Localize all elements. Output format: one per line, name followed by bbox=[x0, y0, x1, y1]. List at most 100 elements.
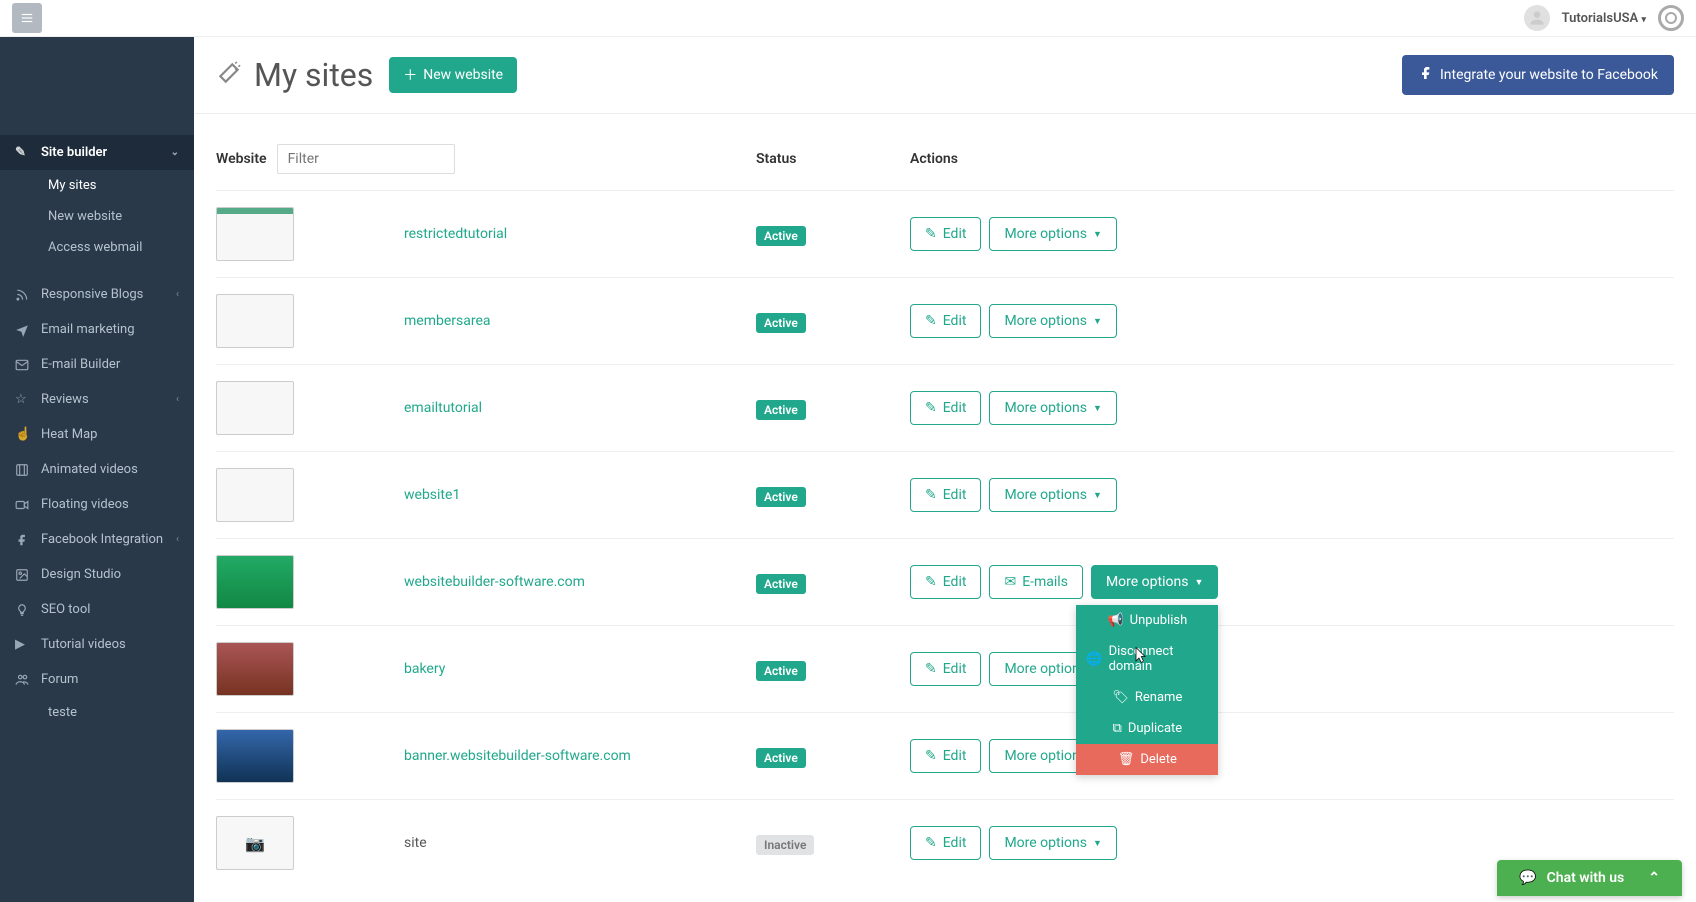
site-row: banner.websitebuilder-software.com Activ… bbox=[216, 712, 1674, 799]
edit-button[interactable]: ✎ Edit bbox=[910, 739, 981, 773]
site-link[interactable]: banner.websitebuilder-software.com bbox=[404, 748, 631, 764]
more-options-button[interactable]: More options ▼ bbox=[989, 826, 1116, 860]
copy-icon: ⧉ bbox=[1113, 721, 1122, 736]
col-website: Website bbox=[216, 151, 267, 167]
status-badge: Active bbox=[756, 574, 806, 594]
chat-icon: 💬 bbox=[1519, 870, 1536, 886]
site-thumbnail[interactable] bbox=[216, 642, 294, 696]
site-thumbnail[interactable]: 📷 bbox=[216, 816, 294, 870]
site-thumbnail[interactable] bbox=[216, 381, 294, 435]
star-icon: ☆ bbox=[15, 392, 31, 407]
sidebar-email-builder[interactable]: E-mail Builder bbox=[0, 347, 194, 382]
site-link[interactable]: website1 bbox=[404, 487, 460, 503]
chevron-left-icon: ‹ bbox=[176, 289, 179, 300]
sidebar-design-studio[interactable]: Design Studio bbox=[0, 557, 194, 592]
facebook-integrate-button[interactable]: Integrate your website to Facebook bbox=[1402, 55, 1674, 95]
sidebar-seo-tool[interactable]: SEO tool bbox=[0, 592, 194, 627]
plane-icon bbox=[15, 323, 31, 337]
menu-toggle[interactable] bbox=[12, 3, 42, 33]
col-status: Status bbox=[756, 151, 910, 167]
site-thumbnail[interactable] bbox=[216, 207, 294, 261]
site-link[interactable]: websitebuilder-software.com bbox=[404, 574, 585, 590]
edit-button[interactable]: ✎ Edit bbox=[910, 826, 981, 860]
play-icon: ▶ bbox=[15, 637, 31, 652]
more-options-dropdown: 📢Unpublish 🌐Disconnect domain 🏷Rename ⧉D… bbox=[1076, 605, 1218, 775]
edit-button[interactable]: ✎ Edit bbox=[910, 217, 981, 251]
col-actions: Actions bbox=[910, 151, 1674, 167]
edit-button[interactable]: ✎ Edit bbox=[910, 391, 981, 425]
page-title: My sites bbox=[216, 56, 373, 94]
duplicate-option[interactable]: ⧉Duplicate bbox=[1076, 713, 1218, 744]
wand-icon bbox=[216, 56, 242, 94]
site-thumbnail[interactable] bbox=[216, 468, 294, 522]
user-menu[interactable]: TutorialsUSA ▾ bbox=[1562, 11, 1646, 26]
film-icon bbox=[15, 463, 31, 477]
sidebar-email-marketing[interactable]: Email marketing bbox=[0, 312, 194, 347]
edit-button[interactable]: ✎ Edit bbox=[910, 304, 981, 338]
site-link[interactable]: membersarea bbox=[404, 313, 491, 329]
chevron-down-icon: ⌄ bbox=[171, 147, 179, 158]
site-thumbnail[interactable] bbox=[216, 555, 294, 609]
more-options-button[interactable]: More options ▼ bbox=[989, 391, 1116, 425]
edit-icon: ✎ bbox=[925, 487, 937, 503]
sidebar-responsive-blogs[interactable]: Responsive Blogs ‹ bbox=[0, 277, 194, 312]
topbar-right: TutorialsUSA ▾ bbox=[1524, 5, 1684, 31]
caret-down-icon: ▼ bbox=[1093, 490, 1102, 501]
status-badge: Active bbox=[756, 313, 806, 333]
rename-option[interactable]: 🏷Rename bbox=[1076, 682, 1218, 713]
megaphone-icon: 📢 bbox=[1107, 613, 1123, 628]
caret-down-icon: ▼ bbox=[1093, 316, 1102, 327]
chevron-left-icon: ‹ bbox=[176, 534, 179, 545]
site-row: emailtutorial Active ✎ Edit More options… bbox=[216, 364, 1674, 451]
sidebar-animated-videos[interactable]: Animated videos bbox=[0, 452, 194, 487]
filter-input[interactable] bbox=[277, 144, 455, 174]
more-options-button[interactable]: More options ▼ bbox=[989, 304, 1116, 338]
new-website-button[interactable]: ＋ New website bbox=[389, 57, 517, 93]
status-badge: Active bbox=[756, 748, 806, 768]
sidebar-site-builder[interactable]: ✎ Site builder ⌄ bbox=[0, 135, 194, 170]
more-options-button[interactable]: More options ▼ bbox=[989, 217, 1116, 251]
site-thumbnail[interactable] bbox=[216, 294, 294, 348]
edit-icon: ✎ bbox=[925, 400, 937, 416]
sidebar-reviews[interactable]: ☆ Reviews ‹ bbox=[0, 382, 194, 417]
site-link[interactable]: bakery bbox=[404, 661, 445, 677]
status-badge: Active bbox=[756, 661, 806, 681]
help-icon[interactable] bbox=[1658, 5, 1684, 31]
sidebar-new-website[interactable]: New website bbox=[0, 201, 194, 232]
sidebar-forum[interactable]: Forum bbox=[0, 662, 194, 697]
sidebar-access-webmail[interactable]: Access webmail bbox=[0, 232, 194, 263]
video-icon bbox=[15, 498, 31, 512]
status-badge: Active bbox=[756, 226, 806, 246]
sidebar-tutorial-videos[interactable]: ▶ Tutorial videos bbox=[0, 627, 194, 662]
site-link[interactable]: restrictedtutorial bbox=[404, 226, 507, 242]
site-link[interactable]: emailtutorial bbox=[404, 400, 482, 416]
site-thumbnail[interactable] bbox=[216, 729, 294, 783]
chevron-up-icon: ⌃ bbox=[1648, 870, 1660, 886]
chat-widget[interactable]: 💬 Chat with us ⌃ bbox=[1497, 860, 1682, 896]
emails-button[interactable]: ✉ E-mails bbox=[989, 565, 1083, 599]
more-options-button[interactable]: More options ▼ bbox=[989, 478, 1116, 512]
envelope-icon bbox=[15, 358, 31, 372]
more-options-button-open[interactable]: More options ▼ bbox=[1091, 565, 1218, 599]
edit-icon: ✎ bbox=[925, 226, 937, 242]
status-badge: Active bbox=[756, 400, 806, 420]
delete-option[interactable]: 🗑Delete bbox=[1076, 744, 1218, 775]
sidebar-fb-integration[interactable]: Facebook Integration ‹ bbox=[0, 522, 194, 557]
facebook-icon bbox=[15, 533, 31, 547]
avatar[interactable] bbox=[1524, 5, 1550, 31]
edit-button[interactable]: ✎ Edit bbox=[910, 652, 981, 686]
site-row: membersarea Active ✎ Edit More options ▼ bbox=[216, 277, 1674, 364]
site-row: bakery Active ✎ Edit More options ▼ bbox=[216, 625, 1674, 712]
pencil-icon: ✎ bbox=[15, 145, 31, 160]
sidebar-heat-map[interactable]: ☝ Heat Map bbox=[0, 417, 194, 452]
sidebar-my-sites[interactable]: My sites bbox=[0, 170, 194, 201]
edit-button[interactable]: ✎ Edit bbox=[910, 565, 981, 599]
unpublish-option[interactable]: 📢Unpublish bbox=[1076, 605, 1218, 636]
edit-button[interactable]: ✎ Edit bbox=[910, 478, 981, 512]
caret-down-icon: ▼ bbox=[1093, 229, 1102, 240]
edit-icon: ✎ bbox=[925, 835, 937, 851]
sidebar-teste[interactable]: teste bbox=[0, 697, 194, 728]
sidebar-floating-videos[interactable]: Floating videos bbox=[0, 487, 194, 522]
caret-down-icon: ▼ bbox=[1194, 577, 1203, 588]
disconnect-domain-option[interactable]: 🌐Disconnect domain bbox=[1076, 636, 1218, 682]
